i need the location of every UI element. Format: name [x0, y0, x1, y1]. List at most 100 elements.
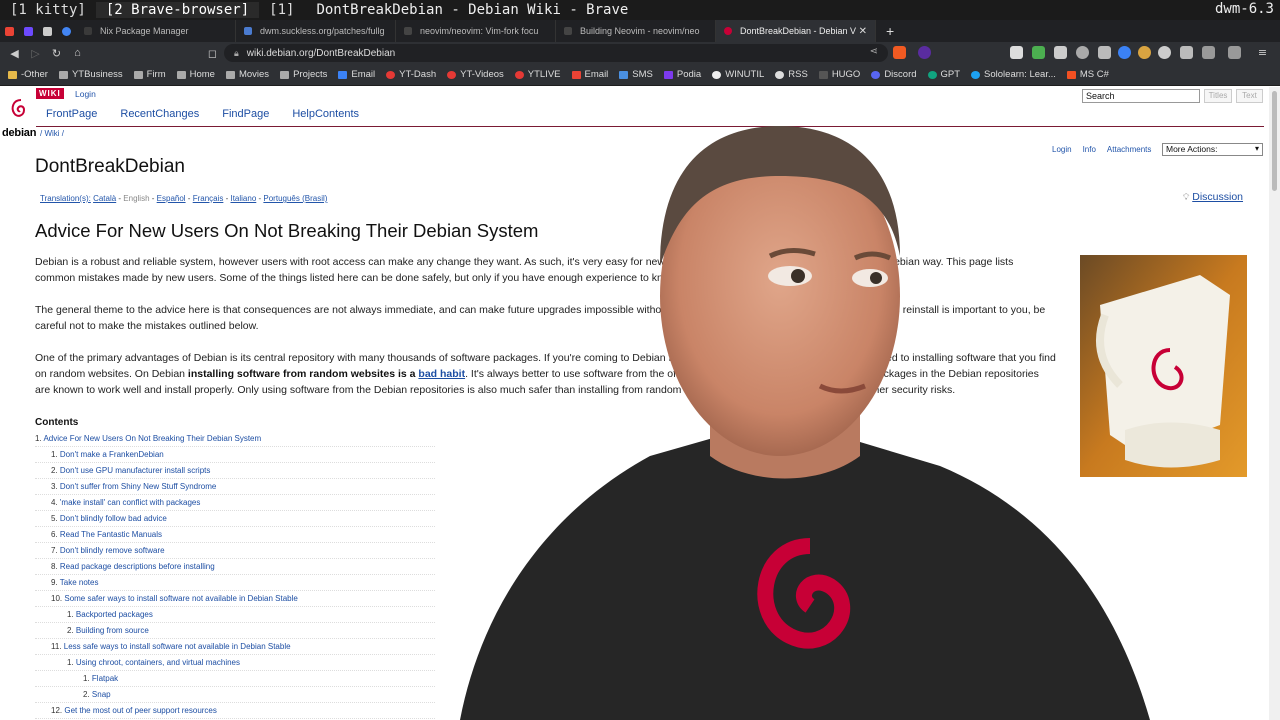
bookmark-ytlive[interactable]: YTLIVE: [514, 69, 561, 80]
toc-link[interactable]: Don't make a FrankenDebian: [60, 450, 164, 459]
proton-pinned-tab[interactable]: [19, 20, 38, 42]
toc-link[interactable]: Don't use GPU manufacturer install scrip…: [60, 466, 210, 475]
toc-item[interactable]: 1. Using chroot, containers, and virtual…: [35, 655, 435, 671]
toc-item[interactable]: 1. Advice For New Users On Not Breaking …: [35, 431, 435, 447]
toc-item[interactable]: 7. Don't blindly remove software: [35, 543, 435, 559]
toc-link[interactable]: Advice For New Users On Not Breaking The…: [43, 434, 261, 443]
toc-link[interactable]: Don't suffer from Shiny New Stuff Syndro…: [60, 482, 216, 491]
toc-link[interactable]: Get the most out of peer support resourc…: [64, 706, 217, 715]
extension-screen-icon[interactable]: [1054, 46, 1067, 59]
translation-catala[interactable]: Català: [93, 194, 116, 203]
extension-qr-icon[interactable]: [1010, 46, 1023, 59]
tab-neovim-github[interactable]: neovim/neovim: Vim-fork focu: [396, 20, 556, 42]
bookmark-rss[interactable]: RSS: [775, 69, 808, 80]
nav-recentchanges[interactable]: RecentChanges: [120, 108, 199, 120]
bookmark-gpt[interactable]: GPT: [927, 69, 960, 80]
forward-icon[interactable]: ▷: [25, 47, 46, 60]
bookmark-winutil[interactable]: WINUTIL: [712, 69, 764, 80]
bookmark-other[interactable]: -Other: [8, 69, 48, 80]
top-login-link[interactable]: Login: [75, 89, 96, 99]
toc-link[interactable]: Don't blindly remove software: [60, 546, 165, 555]
bookmark-yt-videos[interactable]: YT-Videos: [447, 69, 504, 80]
extension-settings-icon[interactable]: [1158, 46, 1171, 59]
toc-item[interactable]: 6. Read The Fantastic Manuals: [35, 527, 435, 543]
bookmark-email-gmail[interactable]: Email: [571, 69, 608, 80]
discussion-link[interactable]: 💡︎ Discussion: [1183, 191, 1243, 203]
toc-item[interactable]: 2. Building from source: [35, 623, 435, 639]
extension-counter-icon[interactable]: [1076, 46, 1089, 59]
nav-frontpage[interactable]: FrontPage: [46, 108, 97, 120]
translation-francais[interactable]: Français: [193, 194, 224, 203]
translation-portugues[interactable]: Português (Brasil): [263, 194, 327, 203]
extension-cookie-icon[interactable]: [1138, 46, 1151, 59]
tab-dwm[interactable]: dwm.suckless.org/patches/fullg: [236, 20, 396, 42]
toc-link[interactable]: Backported packages: [76, 610, 153, 619]
toc-item[interactable]: 8. Read package descriptions before inst…: [35, 559, 435, 575]
menu-icon[interactable]: ≡: [1256, 46, 1269, 59]
bookmark-email-outlook[interactable]: Email: [338, 69, 375, 80]
toc-link[interactable]: Read package descriptions before install…: [60, 562, 215, 571]
scrollbar-thumb[interactable]: [1272, 91, 1277, 191]
list-pinned-tab[interactable]: [38, 20, 57, 42]
new-tab-button[interactable]: +: [876, 23, 904, 39]
bookmark-icon[interactable]: ◻: [202, 47, 223, 60]
toc-item[interactable]: 9. Take notes: [35, 575, 435, 591]
home-icon[interactable]: ⌂: [67, 47, 88, 59]
toc-item[interactable]: 11. Less safe ways to install software n…: [35, 639, 435, 655]
toc-item[interactable]: 5. Don't blindly follow bad advice: [35, 511, 435, 527]
bookmark-movies[interactable]: Movies: [225, 69, 269, 80]
toc-link[interactable]: Read The Fantastic Manuals: [60, 530, 162, 539]
extension-blue-icon[interactable]: [1118, 46, 1131, 59]
tab-debian-wiki[interactable]: DontBreakDebian - Debian V ✕: [716, 20, 876, 42]
share-icon[interactable]: ⋖: [870, 46, 878, 57]
extension-green-icon[interactable]: [1032, 46, 1045, 59]
bookmark-projects[interactable]: Projects: [280, 69, 327, 80]
titles-button[interactable]: Titles: [1204, 89, 1232, 103]
breadcrumb[interactable]: / Wiki /: [40, 129, 64, 138]
toc-item[interactable]: 1. Flatpak: [35, 671, 435, 687]
back-icon[interactable]: ◀: [4, 47, 25, 60]
toc-link[interactable]: Using chroot, containers, and virtual ma…: [76, 658, 240, 667]
toc-link[interactable]: Less safe ways to install software not a…: [64, 642, 291, 651]
tab-nix[interactable]: Nix Package Manager: [76, 20, 236, 42]
google-pinned-tab[interactable]: [57, 20, 76, 42]
brave-shield-icon[interactable]: [893, 46, 906, 59]
bookmark-ms-csharp[interactable]: MS C#: [1066, 69, 1109, 80]
brave-rewards-icon[interactable]: [918, 46, 931, 59]
toc-link[interactable]: 'make install' can conflict with package…: [60, 498, 200, 507]
toc-link[interactable]: Building from source: [76, 626, 149, 635]
bookmark-hugo[interactable]: HUGO: [818, 69, 860, 80]
wallet-icon[interactable]: [1228, 46, 1241, 59]
bookmark-firm[interactable]: Firm: [133, 69, 166, 80]
toc-link[interactable]: Don't blindly follow bad advice: [60, 514, 167, 523]
toc-item[interactable]: 1. Don't make a FrankenDebian: [35, 447, 435, 463]
bookmark-yt-dash[interactable]: YT-Dash: [386, 69, 436, 80]
close-tab-icon[interactable]: ✕: [859, 26, 867, 37]
debian-logo[interactable]: debian: [2, 97, 36, 141]
toc-item[interactable]: 2. Snap: [35, 687, 435, 703]
bookmark-home[interactable]: Home: [176, 69, 215, 80]
sidebar-toggle-icon[interactable]: [1202, 46, 1215, 59]
toc-item[interactable]: 1. Backported packages: [35, 607, 435, 623]
toc-link[interactable]: Some safer ways to install software not …: [64, 594, 297, 603]
toc-item[interactable]: 2. Don't use GPU manufacturer install sc…: [35, 463, 435, 479]
address-bar[interactable]: 🔒︎ wiki.debian.org/DontBreakDebian ⋖: [224, 44, 888, 62]
translations-label[interactable]: Translation(s):: [40, 194, 91, 203]
bookmark-sololearn[interactable]: Sololearn: Lear...: [971, 69, 1056, 80]
nav-findpage[interactable]: FindPage: [222, 108, 269, 120]
translation-espanol[interactable]: Español: [157, 194, 186, 203]
dwm-tag-2[interactable]: [2 Brave-browser]: [95, 2, 260, 18]
bookmark-discord[interactable]: Discord: [871, 69, 917, 80]
toc-item[interactable]: 4. 'make install' can conflict with pack…: [35, 495, 435, 511]
extension-camera-icon[interactable]: [1098, 46, 1111, 59]
tab-building-neovim[interactable]: Building Neovim - neovim/neo: [556, 20, 716, 42]
text-button[interactable]: Text: [1236, 89, 1263, 103]
page-scrollbar[interactable]: [1269, 87, 1280, 720]
bookmark-ytbusiness[interactable]: YTBusiness: [58, 69, 123, 80]
toc-item[interactable]: 10. Some safer ways to install software …: [35, 591, 435, 607]
gmail-pinned-tab[interactable]: [0, 20, 19, 42]
dwm-tag-1[interactable]: [1 kitty]: [0, 2, 96, 18]
nav-helpcontents[interactable]: HelpContents: [292, 108, 359, 120]
toc-link[interactable]: Take notes: [60, 578, 99, 587]
dwm-layout[interactable]: [1]: [259, 2, 304, 18]
